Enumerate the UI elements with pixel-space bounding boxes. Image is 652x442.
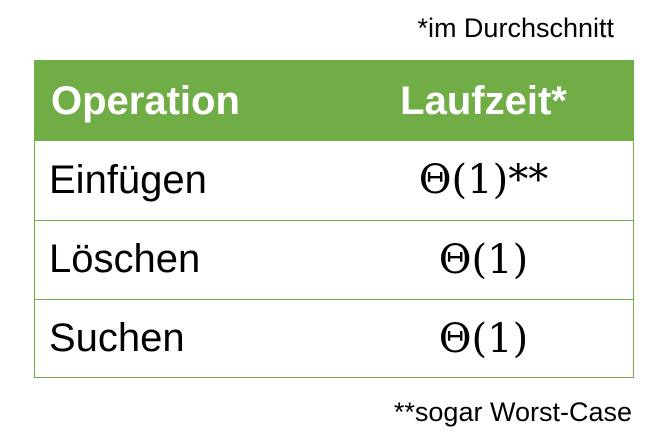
- table-header-row: Operation Laufzeit*: [35, 61, 633, 141]
- cell-operation: Suchen: [35, 298, 334, 378]
- runtime-table: Operation Laufzeit* Einfügen Θ(1)** Lösc…: [34, 60, 634, 378]
- cell-runtime: Θ(1): [334, 298, 633, 378]
- cell-operation: Löschen: [35, 219, 334, 299]
- cell-runtime: Θ(1)**: [418, 157, 549, 204]
- cell-operation: Einfügen: [49, 157, 207, 202]
- header-runtime: Laufzeit*: [400, 78, 567, 123]
- footnote-worst-case: **sogar Worst-Case: [393, 397, 632, 427]
- footnote-average: *im Durchschnitt: [417, 13, 614, 43]
- table-row-delete: Löschen Θ(1): [35, 219, 633, 299]
- table-row-insert: Einfügen Θ(1)**: [35, 141, 633, 220]
- cell-runtime: Θ(1): [334, 219, 633, 299]
- table-row-search: Suchen Θ(1): [35, 298, 633, 378]
- header-operation: Operation: [51, 78, 240, 123]
